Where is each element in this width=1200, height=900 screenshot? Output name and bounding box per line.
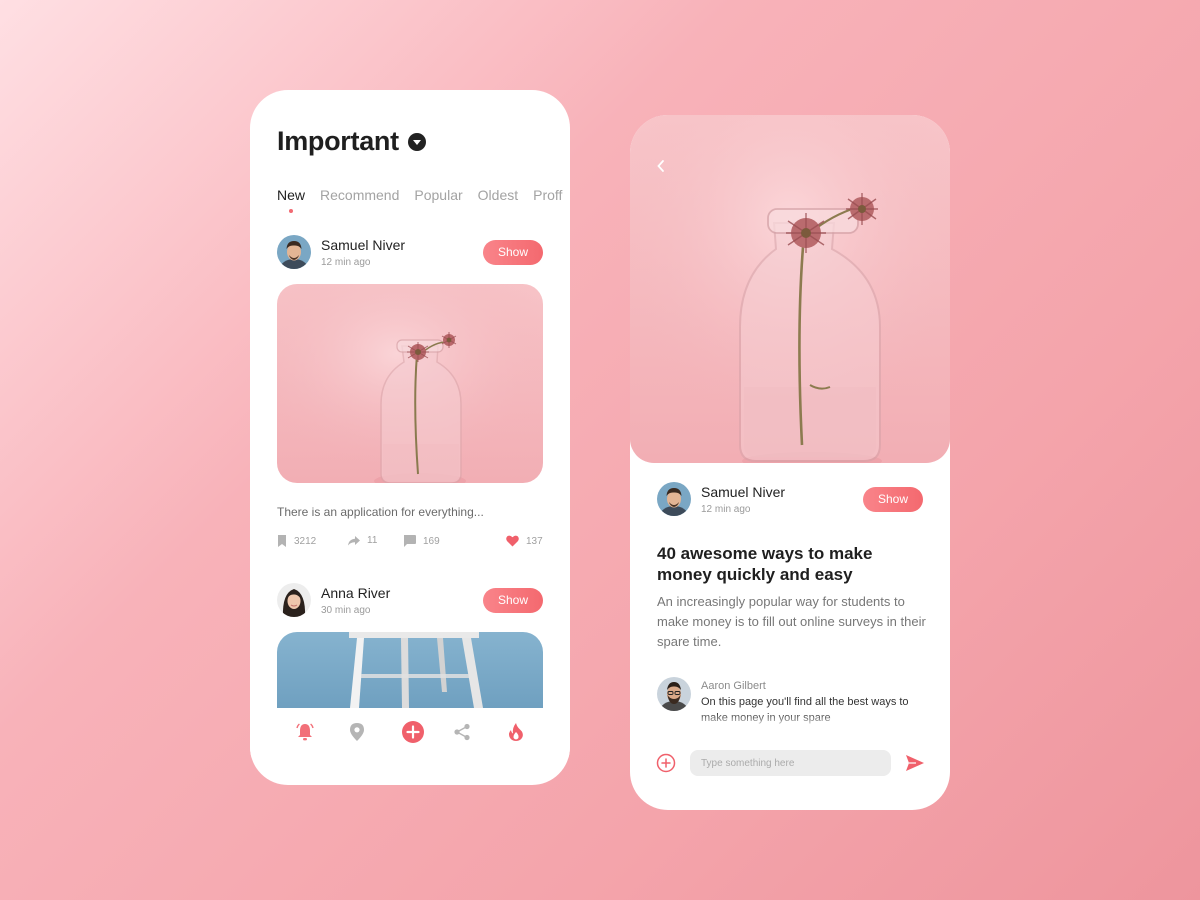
tab-proff[interactable]: Proff: [533, 187, 562, 203]
show-button[interactable]: Show: [483, 587, 543, 613]
post-caption: There is an application for everything..…: [277, 505, 484, 519]
post-header: Anna River 30 min ago Show: [277, 583, 543, 617]
add-circle-icon[interactable]: [656, 753, 676, 773]
post-author-info: Anna River 30 min ago: [321, 585, 483, 616]
tab-new[interactable]: New: [277, 187, 305, 213]
bookmark-stat[interactable]: 3212: [277, 535, 316, 547]
commenter-name[interactable]: Aaron Gilbert: [701, 680, 911, 692]
forward-arrow-icon: [348, 535, 360, 545]
avatar[interactable]: [277, 583, 311, 617]
comment-stat[interactable]: 169: [403, 535, 440, 547]
author-name[interactable]: Samuel Niver: [701, 484, 863, 500]
post-image[interactable]: [277, 632, 543, 708]
message-composer: [656, 750, 926, 776]
flame-icon[interactable]: [504, 720, 528, 744]
like-stat[interactable]: 137: [506, 535, 543, 547]
bottom-nav: [250, 708, 570, 758]
article-title: 40 awesome ways to make money quickly an…: [657, 544, 873, 584]
post-author-info: Samuel Niver 12 min ago: [321, 237, 483, 268]
category-tabs: New Recommend Popular Oldest Proff: [277, 187, 570, 213]
tab-popular[interactable]: Popular: [414, 187, 462, 203]
feed-header: Important: [277, 126, 426, 157]
post-time: 12 min ago: [321, 256, 371, 268]
article-screen: Samuel Niver 12 min ago Show 40 awesome …: [630, 115, 950, 810]
like-count: 137: [526, 535, 543, 547]
share-stat[interactable]: 11: [348, 535, 377, 546]
back-chevron-icon[interactable]: [652, 157, 670, 175]
post-stats: 3212 11 169 137: [277, 535, 543, 551]
tab-oldest[interactable]: Oldest: [478, 187, 518, 203]
message-input[interactable]: [690, 750, 891, 776]
commenter-avatar[interactable]: [657, 677, 691, 711]
page-title: Important: [277, 126, 399, 156]
bookmark-count: 3212: [294, 535, 317, 547]
avatar[interactable]: [657, 482, 691, 516]
bookmark-icon: [278, 535, 286, 547]
show-button[interactable]: Show: [483, 239, 543, 265]
share-count: 11: [367, 535, 378, 546]
feed-screen: Important New Recommend Popular Oldest P…: [250, 90, 570, 785]
post-time: 30 min ago: [321, 604, 371, 616]
tab-recommend[interactable]: Recommend: [320, 187, 399, 203]
location-pin-icon[interactable]: [345, 720, 369, 744]
article-author-row: Samuel Niver 12 min ago Show: [657, 482, 923, 516]
comment-icon: [404, 535, 416, 547]
post-image[interactable]: [277, 284, 543, 483]
share-icon[interactable]: [450, 720, 474, 744]
post-header: Samuel Niver 12 min ago Show: [277, 235, 543, 269]
show-button[interactable]: Show: [863, 486, 923, 512]
avatar[interactable]: [277, 235, 311, 269]
comment-fade: [657, 713, 927, 729]
article-description: An increasingly popular way for students…: [657, 594, 926, 649]
author-name[interactable]: Anna River: [321, 585, 483, 601]
send-icon[interactable]: [906, 755, 924, 771]
post-time: 12 min ago: [701, 503, 751, 515]
article-author-info: Samuel Niver 12 min ago: [701, 484, 863, 515]
author-name[interactable]: Samuel Niver: [321, 237, 483, 253]
chevron-down-icon[interactable]: [407, 132, 426, 151]
comment-count: 169: [423, 535, 440, 547]
heart-icon: [506, 535, 519, 547]
plus-circle-icon[interactable]: [401, 720, 425, 744]
bell-icon[interactable]: [293, 720, 317, 744]
article-hero-image: [630, 115, 950, 463]
